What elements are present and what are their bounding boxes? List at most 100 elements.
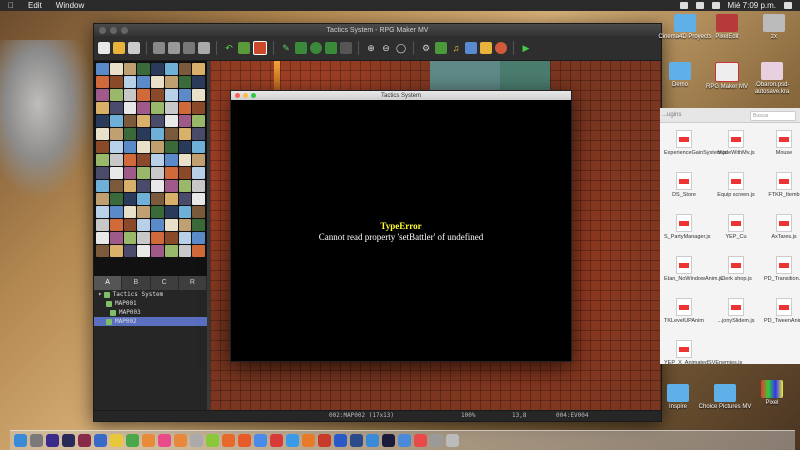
tile-swatch[interactable] — [178, 115, 192, 127]
tile-swatch[interactable] — [178, 141, 192, 153]
finder-file[interactable]: Equip screen.js — [716, 172, 756, 198]
new-project-icon[interactable] — [98, 42, 110, 54]
tile-swatch[interactable] — [96, 167, 109, 179]
editor-titlebar[interactable]: Tactics System - RPG Maker MV — [94, 24, 661, 36]
tile-swatch[interactable] — [137, 180, 150, 192]
tile-swatch[interactable] — [178, 180, 192, 192]
tile-swatch[interactable] — [151, 115, 164, 127]
rectangle-icon[interactable] — [295, 42, 307, 54]
tile-swatch[interactable] — [164, 206, 178, 218]
menu-window[interactable]: Window — [56, 1, 84, 10]
dock-app-icon[interactable] — [94, 434, 107, 447]
tile-swatch[interactable] — [137, 154, 150, 166]
dock-app-icon[interactable] — [206, 434, 219, 447]
character-generator-icon[interactable] — [495, 42, 507, 54]
tile-swatch[interactable] — [137, 128, 150, 140]
tile-swatch[interactable] — [123, 76, 137, 88]
tile-swatch[interactable] — [151, 232, 164, 244]
disclosure-icon[interactable]: ▾ — [98, 290, 102, 299]
tileset-palette[interactable] — [94, 61, 207, 276]
undo-icon[interactable]: ↶ — [223, 42, 235, 54]
dock-app-icon[interactable] — [158, 434, 171, 447]
tile-swatch[interactable] — [151, 76, 164, 88]
dock-app-icon[interactable] — [270, 434, 283, 447]
tile-swatch[interactable] — [109, 180, 123, 192]
sound-test-icon[interactable]: ♫ — [450, 42, 462, 54]
tile-swatch[interactable] — [123, 193, 137, 205]
tile-swatch[interactable] — [178, 128, 192, 140]
tile-swatch[interactable] — [123, 63, 137, 75]
tile-swatch[interactable] — [96, 128, 109, 140]
tile-swatch[interactable] — [137, 76, 150, 88]
finder-file[interactable]: ModeWithMv.js — [716, 130, 756, 156]
tile-swatch[interactable] — [123, 115, 137, 127]
tile-swatch[interactable] — [137, 141, 150, 153]
dock-app-icon[interactable] — [222, 434, 235, 447]
tile-swatch[interactable] — [137, 102, 150, 114]
tile-swatch[interactable] — [151, 63, 164, 75]
tile-swatch[interactable] — [137, 167, 150, 179]
tile-swatch[interactable] — [96, 219, 109, 231]
tile-swatch[interactable] — [178, 219, 192, 231]
search-icon[interactable] — [784, 2, 792, 9]
tile-swatch[interactable] — [109, 232, 123, 244]
tile-swatch[interactable] — [96, 102, 109, 114]
tile-swatch[interactable] — [109, 141, 123, 153]
tree-item-map003[interactable]: MAP003 — [94, 308, 207, 317]
dock-app-icon[interactable] — [446, 434, 459, 447]
database-icon[interactable]: ⚙ — [420, 42, 432, 54]
dock-app-icon[interactable] — [174, 434, 187, 447]
tile-swatch[interactable] — [123, 232, 137, 244]
save-project-icon[interactable] — [128, 42, 140, 54]
tile-swatch[interactable] — [151, 102, 164, 114]
tile-swatch[interactable] — [96, 115, 109, 127]
zoom-out-icon[interactable]: ⊖ — [380, 42, 392, 54]
dock-app-icon[interactable] — [238, 434, 251, 447]
volume-icon[interactable] — [695, 2, 704, 9]
tile-swatch[interactable] — [109, 154, 123, 166]
tile-swatch[interactable] — [192, 232, 205, 244]
tile-swatch[interactable] — [123, 102, 137, 114]
tile-swatch[interactable] — [96, 180, 109, 192]
tile-swatch[interactable] — [192, 167, 205, 179]
tab-r[interactable]: R — [179, 276, 207, 290]
tile-swatch[interactable] — [164, 245, 178, 257]
dock-app-icon[interactable] — [30, 434, 43, 447]
dock-app-icon[interactable] — [398, 434, 411, 447]
tile-swatch[interactable] — [192, 180, 205, 192]
tile-swatch[interactable] — [137, 89, 150, 101]
tile-swatch[interactable] — [164, 193, 178, 205]
plugin-manager-icon[interactable] — [435, 42, 447, 54]
tile-swatch[interactable] — [192, 154, 205, 166]
tile-swatch[interactable] — [178, 76, 192, 88]
tree-item-map002[interactable]: MAP002 — [94, 317, 207, 326]
finder-file[interactable]: ExperienceGainSystem.js — [664, 130, 727, 156]
tile-swatch[interactable] — [164, 180, 178, 192]
dock-app-icon[interactable] — [190, 434, 203, 447]
tree-root[interactable]: ▾ Tactics System — [94, 290, 207, 299]
shadow-pen-icon[interactable] — [340, 42, 352, 54]
tile-swatch[interactable] — [151, 141, 164, 153]
tile-swatch[interactable] — [192, 115, 205, 127]
tile-swatch[interactable] — [151, 89, 164, 101]
apple-icon[interactable]:  — [8, 1, 14, 10]
tab-a[interactable]: A — [94, 276, 123, 290]
dock-app-icon[interactable] — [302, 434, 315, 447]
tile-swatch[interactable] — [178, 102, 192, 114]
copy-icon[interactable] — [168, 42, 180, 54]
event-mode-icon[interactable] — [253, 41, 267, 55]
tile-swatch[interactable] — [96, 63, 109, 75]
tile-swatch[interactable] — [178, 232, 192, 244]
tile-swatch[interactable] — [137, 219, 150, 231]
dock-app-icon[interactable] — [382, 434, 395, 447]
dock-app-icon[interactable] — [62, 434, 75, 447]
finder-file[interactable]: S_PartyManager.js — [664, 214, 710, 240]
tile-swatch[interactable] — [151, 219, 164, 231]
tile-swatch[interactable] — [109, 89, 123, 101]
resource-manager-icon[interactable] — [480, 42, 492, 54]
dock-app-icon[interactable] — [46, 434, 59, 447]
tile-swatch[interactable] — [151, 128, 164, 140]
tile-swatch[interactable] — [109, 115, 123, 127]
tile-swatch[interactable] — [178, 154, 192, 166]
tile-swatch[interactable] — [137, 206, 150, 218]
